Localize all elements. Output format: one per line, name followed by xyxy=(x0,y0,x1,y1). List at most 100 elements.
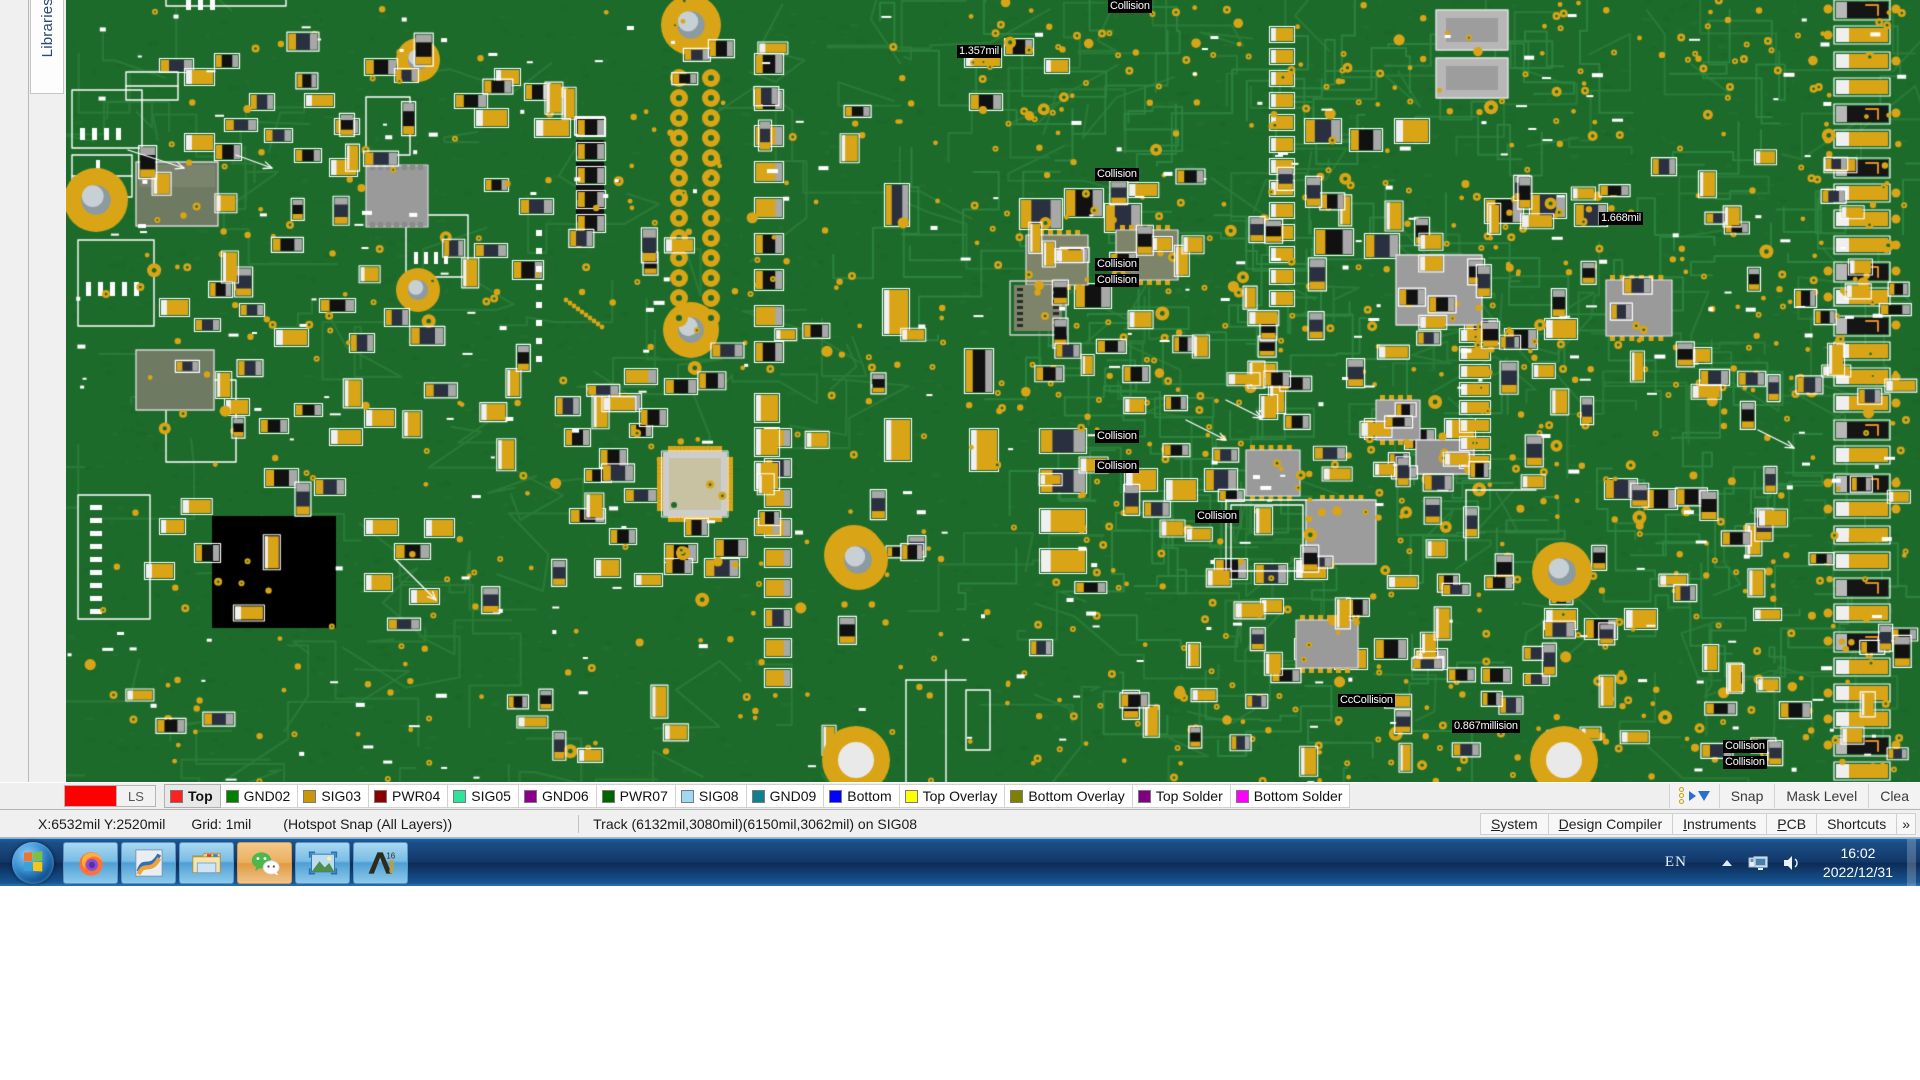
status-grid: Grid: 1mil xyxy=(191,815,252,832)
layerbar-button-snap[interactable]: Snap xyxy=(1718,784,1775,808)
layer-tab-label: Top Solder xyxy=(1155,788,1223,804)
pcb-render-surface[interactable] xyxy=(66,0,1920,782)
status-bar: X:6532mil Y:2520mil Grid: 1mil (Hotspot … xyxy=(0,810,1920,838)
status-snap-mode: (Hotspot Snap (All Layers)) xyxy=(283,815,453,832)
tray-date: 2022/12/31 xyxy=(1822,863,1893,880)
layer-tab-top-solder[interactable]: Top Solder xyxy=(1132,784,1231,808)
taskbar-item-firefox[interactable] xyxy=(63,841,118,884)
layer-tabs-container[interactable]: Top GND02 SIG03 PWR04 SIG05 GND06 PWR07 SIG08 GN… xyxy=(164,784,1351,808)
layer-tab-label: GND09 xyxy=(769,788,817,804)
start-button[interactable] xyxy=(6,841,60,885)
status-panel-buttons[interactable]: System Design Compiler Instruments P CB Short… xyxy=(1479,812,1920,835)
pcb-canvas[interactable]: 1.357mil Collision 1.668mil Collision Collis… xyxy=(66,0,1920,782)
panel-button-instruments[interactable]: Instruments xyxy=(1672,812,1767,835)
layer-color-swatch xyxy=(680,789,694,803)
pcb-annotation-label: Collision xyxy=(1723,756,1767,769)
layer-tab-bar[interactable]: LS Top GND02 SIG03 PWR04 SIG05 GND06 PWR07 SIG0… xyxy=(0,782,1920,810)
layer-tab-top[interactable]: Top xyxy=(164,784,221,808)
pcb-annotation-label: 0.867millision xyxy=(1452,720,1520,733)
svg-text:16: 16 xyxy=(386,851,395,860)
status-coordinates: X:6532mil Y:2520mil xyxy=(38,815,166,832)
layerbar-button-mask-level[interactable]: Mask Level xyxy=(1774,784,1869,808)
desktop-background xyxy=(0,886,1920,1080)
layer-color-swatch xyxy=(829,789,843,803)
layer-tab-pwr04[interactable]: PWR04 xyxy=(369,784,449,808)
layer-tab-label: SIG05 xyxy=(471,788,511,804)
layer-visibility-icon-group[interactable] xyxy=(1668,784,1719,808)
layer-color-swatch xyxy=(1137,789,1151,803)
taskbar-item-office[interactable] xyxy=(121,841,176,884)
status-divider xyxy=(578,814,580,833)
layer-tab-bottom-overlay[interactable]: Bottom Overlay xyxy=(1005,784,1133,808)
layer-sets-label: LS xyxy=(117,786,155,806)
windows-taskbar[interactable]: 16 EN 16:02 2022/12/31 xyxy=(0,838,1920,887)
layer-color-swatch xyxy=(523,789,537,803)
tray-show-hidden-icons-button[interactable] xyxy=(1713,858,1741,868)
layer-color-swatch xyxy=(904,789,918,803)
network-monitor-icon xyxy=(1748,856,1768,870)
layer-sets-button[interactable]: LS xyxy=(64,785,156,807)
tray-time: 16:02 xyxy=(1840,844,1876,861)
layer-color-swatch xyxy=(453,789,467,803)
tray-network-icon[interactable] xyxy=(1741,854,1775,872)
layer-bar-right-tools[interactable]: Snap Mask Level Clea xyxy=(1668,784,1920,808)
layer-color-swatch xyxy=(225,789,239,803)
layerbar-button-clea[interactable]: Clea xyxy=(1868,784,1920,808)
layer-tab-sig08[interactable]: SIG08 xyxy=(675,784,747,808)
layer-tab-sig03[interactable]: SIG03 xyxy=(298,784,370,808)
layer-tab-label: Bottom Overlay xyxy=(1028,788,1125,804)
layer-tab-bottom[interactable]: Bottom xyxy=(824,784,900,808)
layer-color-swatch xyxy=(374,789,388,803)
taskbar-item-altium[interactable]: 16 xyxy=(353,841,408,884)
layer-color-swatch xyxy=(1010,789,1024,803)
taskbar-item-photo-viewer[interactable] xyxy=(295,841,350,884)
layer-dots-icon xyxy=(1678,787,1687,805)
panel-button-overflow[interactable]: » xyxy=(1896,812,1916,835)
layer-tab-label: Top Overlay xyxy=(922,788,998,804)
layer-color-swatch xyxy=(751,789,765,803)
pcb-annotation-label: Collision xyxy=(1095,168,1139,181)
show-desktop-button[interactable] xyxy=(1907,838,1916,887)
filter-funnel-icon xyxy=(1697,791,1710,801)
pcb-annotation-label: 1.668mil xyxy=(1599,212,1643,225)
office-app-icon xyxy=(134,848,163,877)
panel-button-group[interactable]: System Design Compiler Instruments P CB Short… xyxy=(1479,812,1916,835)
layer-tab-sig05[interactable]: SIG05 xyxy=(448,784,519,808)
play-triangle-icon xyxy=(1688,791,1696,801)
layer-tab-gnd09[interactable]: GND09 xyxy=(746,784,825,808)
layer-tab-bottom-solder[interactable]: Bottom Solder xyxy=(1230,784,1351,808)
layer-color-swatch xyxy=(303,789,317,803)
layer-bar-buttons[interactable]: Snap Mask Level Clea xyxy=(1718,784,1920,808)
pcb-annotation-label: Collision xyxy=(1095,430,1139,443)
sidebar-tab-libraries[interactable]: Libraries xyxy=(30,0,64,94)
layer-tab-gnd06[interactable]: GND06 xyxy=(518,784,597,808)
layer-tab-label: Top xyxy=(188,788,213,804)
speaker-icon xyxy=(1783,855,1798,870)
panel-button-design-compiler[interactable]: Design Compiler xyxy=(1547,812,1673,835)
panel-button-pcb[interactable]: P CB xyxy=(1766,812,1817,835)
pcb-annotation-label: CcCollision xyxy=(1338,694,1395,707)
system-tray[interactable]: EN 16:02 2022/12/31 xyxy=(1665,838,1920,887)
pcb-editor-window: Libraries 1.357mil Collision 1.668mil Colli… xyxy=(0,0,1920,1080)
panel-button-shortcuts[interactable]: Shortcuts xyxy=(1816,812,1897,835)
layer-tab-top-overlay[interactable]: Top Overlay xyxy=(899,784,1006,808)
layer-tab-label: PWR04 xyxy=(392,788,441,804)
wechat-icon xyxy=(251,851,280,875)
tray-language-indicator[interactable]: EN xyxy=(1665,854,1713,871)
windows-logo-icon xyxy=(12,841,54,884)
tray-volume-icon[interactable] xyxy=(1775,854,1809,872)
taskbar-item-wechat[interactable] xyxy=(237,841,292,884)
layer-color-swatch xyxy=(601,789,615,803)
pcb-annotation-label: Collision xyxy=(1095,274,1139,287)
layer-color-swatch xyxy=(170,789,183,803)
layer-tab-label: SIG08 xyxy=(698,788,739,804)
tray-clock[interactable]: 16:02 2022/12/31 xyxy=(1809,844,1903,882)
taskbar-item-explorer[interactable] xyxy=(179,841,234,884)
layer-tab-gnd02[interactable]: GND02 xyxy=(220,784,299,808)
pcb-annotation-label: Collision xyxy=(1108,0,1152,13)
layer-tab-label: GND06 xyxy=(541,788,589,804)
folder-icon xyxy=(191,852,221,873)
altium-designer-icon: 16 xyxy=(368,851,395,874)
panel-button-system[interactable]: System xyxy=(1479,812,1548,835)
layer-tab-pwr07[interactable]: PWR07 xyxy=(596,784,676,808)
